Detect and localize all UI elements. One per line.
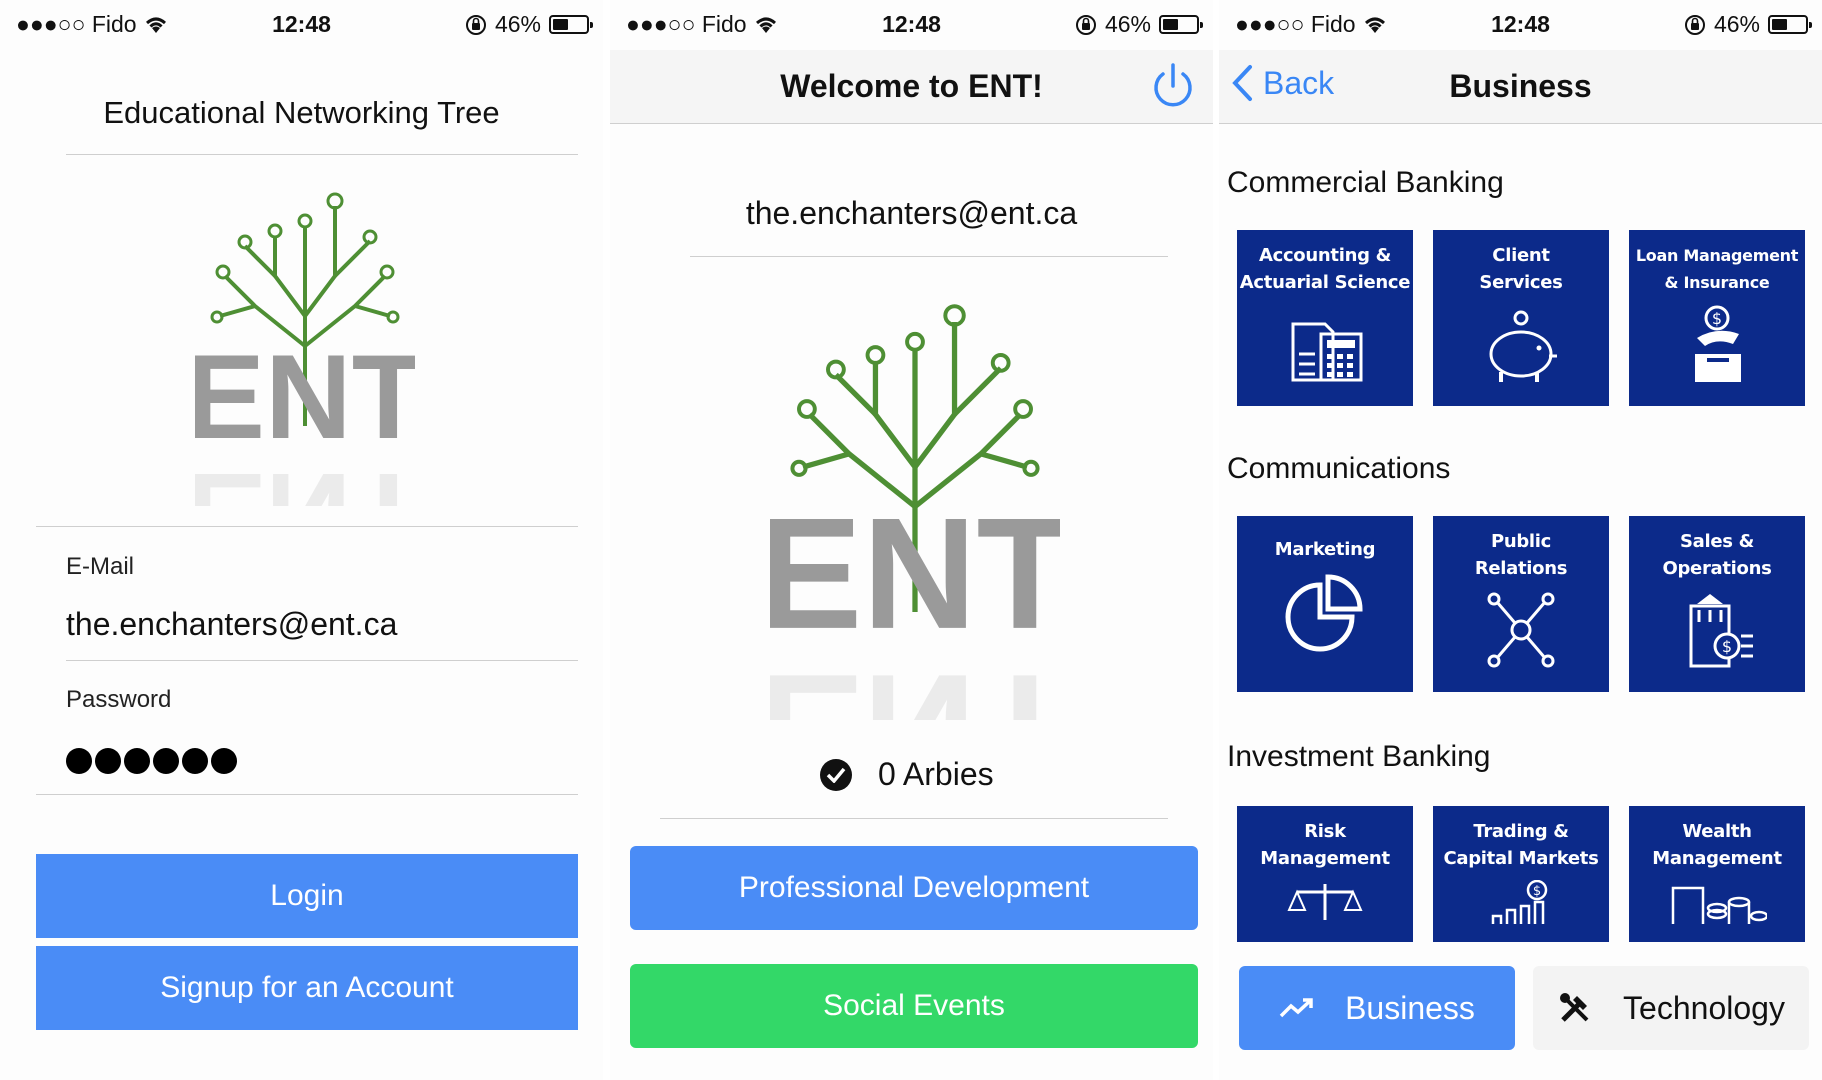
- password-field[interactable]: [66, 748, 237, 774]
- status-bar: ●●●○○ Fido 12:48 46%: [1219, 0, 1822, 50]
- home-screen: ●●●○○ Fido 12:48 46% Welcome to ENT! the…: [610, 0, 1213, 1080]
- section-title-communications: Communications: [1227, 452, 1451, 485]
- tile-marketing[interactable]: Marketing: [1237, 516, 1413, 692]
- tile-label: Client Services: [1479, 245, 1563, 293]
- tile-label: Loan Management & Insurance: [1635, 246, 1799, 293]
- orientation-lock-icon: [1075, 14, 1096, 35]
- nav-bar: Back Business: [1219, 50, 1822, 124]
- scales-icon: [1287, 884, 1363, 920]
- logo-text: ENT: [770, 485, 1060, 662]
- pie-chart-icon: [1285, 574, 1363, 652]
- tile-risk-management[interactable]: Risk Management: [1237, 806, 1413, 942]
- battery-icon: [549, 15, 593, 34]
- tile-client-services[interactable]: Client Services: [1433, 230, 1609, 406]
- tile-trading-capital-markets[interactable]: Trading & Capital Markets $: [1433, 806, 1609, 942]
- tab-label: Business: [1345, 989, 1475, 1026]
- status-bar: ●●●○○ Fido 12:48 46%: [0, 0, 603, 50]
- tile-label: Accounting & Actuarial Science: [1239, 245, 1411, 293]
- divider: [660, 818, 1168, 819]
- logo-text: ENT: [195, 330, 415, 464]
- tile-public-relations[interactable]: Public Relations: [1433, 516, 1609, 692]
- calculator-document-icon: [1291, 322, 1363, 382]
- tile-label: Public Relations: [1474, 531, 1568, 579]
- tile-label: Wealth Management: [1652, 821, 1782, 869]
- battery-percent: 46%: [1104, 11, 1151, 37]
- divider: [66, 154, 578, 155]
- bar-chart-dollar-icon: $: [1491, 880, 1548, 924]
- bank-dollar-icon: $: [1689, 594, 1753, 668]
- section-title-investment-banking: Investment Banking: [1227, 740, 1491, 773]
- tile-accounting[interactable]: Accounting & Actuarial Science: [1237, 230, 1413, 406]
- tab-technology[interactable]: Technology: [1533, 966, 1809, 1050]
- battery-percent: 46%: [494, 11, 541, 37]
- divider: [66, 660, 578, 661]
- app-title: Educational Networking Tree: [103, 95, 500, 130]
- coin-box-icon: $: [1695, 305, 1741, 383]
- password-dot: [182, 748, 208, 774]
- tile-label: Risk Management: [1260, 821, 1390, 869]
- divider: [36, 526, 578, 527]
- password-dot: [124, 748, 150, 774]
- power-icon[interactable]: [1147, 60, 1199, 112]
- email-field[interactable]: the.enchanters@ent.ca: [66, 606, 397, 643]
- orientation-lock-icon: [1684, 14, 1705, 35]
- logo-reflection: ENT: [195, 448, 415, 506]
- svg-text:$: $: [1722, 637, 1732, 656]
- tab-label: Technology: [1623, 989, 1785, 1026]
- svg-text:$: $: [1712, 309, 1722, 328]
- logo-reflection: ENT: [770, 641, 1060, 720]
- svg-text:$: $: [1533, 884, 1541, 899]
- ent-logo: ENT ENT: [195, 192, 415, 506]
- arbies-row: 0 Arbies: [820, 756, 994, 793]
- tile-sales-operations[interactable]: Sales & Operations $: [1629, 516, 1805, 692]
- professional-development-button[interactable]: Professional Development: [630, 846, 1198, 930]
- email-label: E-Mail: [66, 553, 135, 580]
- login-screen: ●●●○○ Fido 12:48 46% Educational Network…: [0, 0, 603, 1080]
- battery-percent: 46%: [1713, 11, 1760, 37]
- tab-bar: Business Technology: [1219, 960, 1822, 1080]
- status-bar: ●●●○○ Fido 12:48 46%: [610, 0, 1213, 50]
- tile-label: Marketing: [1274, 539, 1376, 560]
- signup-button[interactable]: Signup for an Account: [36, 946, 578, 1030]
- orientation-lock-icon: [465, 14, 486, 35]
- password-dot: [95, 748, 121, 774]
- tab-business[interactable]: Business: [1239, 966, 1515, 1050]
- coins-icon: [1671, 886, 1767, 924]
- password-dot: [66, 748, 92, 774]
- login-button[interactable]: Login: [36, 854, 578, 938]
- nav-title: Welcome to ENT!: [780, 68, 1043, 104]
- battery-icon: [1159, 15, 1203, 34]
- password-label: Password: [66, 686, 172, 713]
- arbies-count: 0 Arbies: [878, 756, 994, 792]
- checkmark-icon: [820, 758, 852, 791]
- battery-icon: [1768, 15, 1812, 34]
- tile-loan-management[interactable]: Loan Management & Insurance $: [1629, 230, 1805, 406]
- tools-icon: [1560, 993, 1589, 1022]
- network-icon: [1487, 592, 1555, 668]
- piggy-bank-icon: [1489, 310, 1557, 382]
- user-email: the.enchanters@ent.ca: [745, 195, 1078, 231]
- divider: [690, 256, 1168, 257]
- business-screen: ●●●○○ Fido 12:48 46% Back Business Comme…: [1219, 0, 1822, 1080]
- password-dot: [153, 748, 179, 774]
- tile-label: Sales & Operations: [1662, 531, 1772, 579]
- section-title-commercial-banking: Commercial Banking: [1227, 166, 1504, 199]
- tile-wealth-management[interactable]: Wealth Management: [1629, 806, 1805, 942]
- nav-bar: Welcome to ENT!: [610, 50, 1213, 124]
- divider: [36, 794, 578, 795]
- social-events-button[interactable]: Social Events: [630, 964, 1198, 1048]
- trending-up-icon: [1279, 998, 1313, 1018]
- tile-label: Trading & Capital Markets: [1443, 821, 1599, 869]
- nav-title: Business: [1449, 68, 1592, 104]
- ent-logo: ENT ENT: [770, 304, 1060, 720]
- password-dot: [211, 748, 237, 774]
